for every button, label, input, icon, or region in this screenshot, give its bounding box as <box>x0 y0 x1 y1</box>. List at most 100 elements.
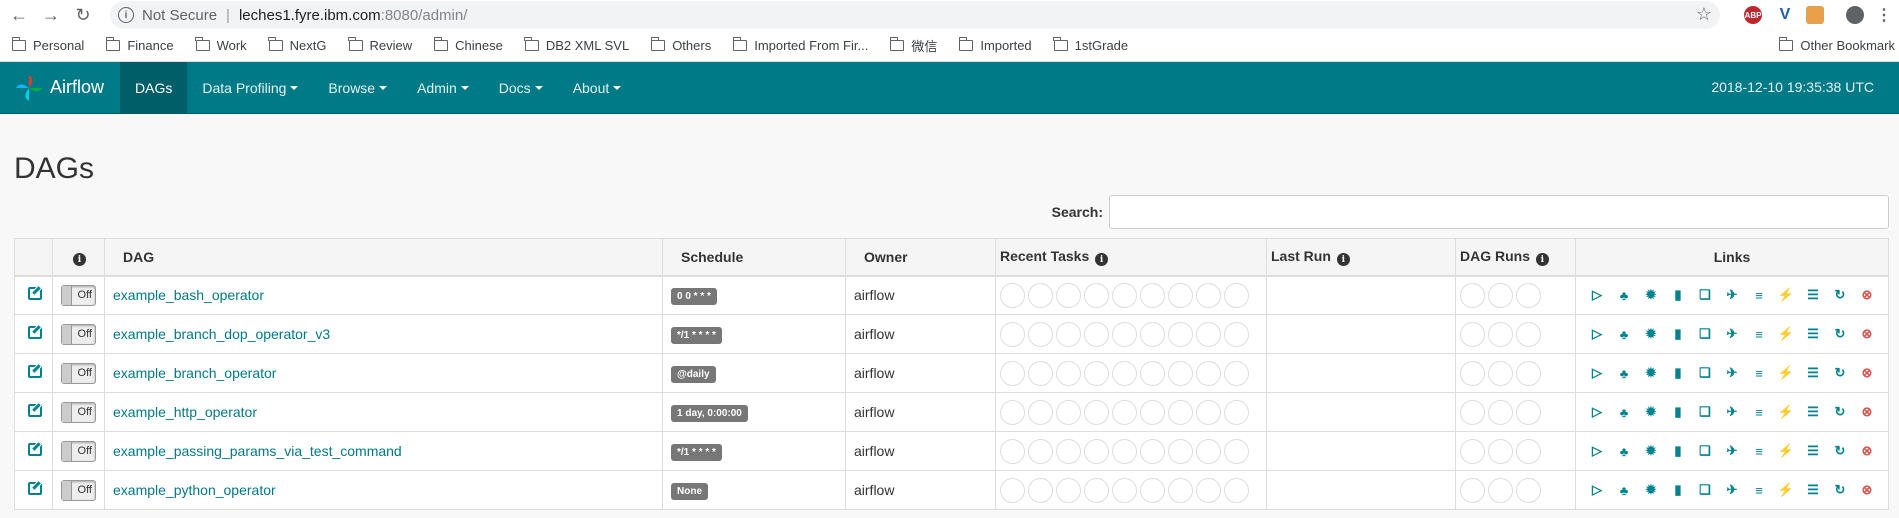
task-state-circle[interactable] <box>1140 399 1165 425</box>
run-state-circle[interactable] <box>1460 438 1485 464</box>
tree-view-icon[interactable]: ♣ <box>1616 287 1633 304</box>
task-state-circle[interactable] <box>1028 360 1053 386</box>
dag-link[interactable]: example_bash_operator <box>113 287 264 303</box>
gantt-icon[interactable]: ≡ <box>1751 482 1768 499</box>
task-state-circle[interactable] <box>1084 282 1109 308</box>
nav-data-profiling[interactable]: Data Profiling <box>187 62 313 114</box>
graph-view-icon[interactable]: ✹ <box>1643 326 1660 343</box>
task-state-circle[interactable] <box>1224 477 1249 503</box>
task-state-circle[interactable] <box>1196 399 1221 425</box>
back-icon[interactable]: ← <box>6 2 32 28</box>
bookmark-folder[interactable]: Imported From Fir... <box>732 37 868 53</box>
delete-icon[interactable]: ⊗ <box>1859 443 1876 460</box>
bookmark-folder[interactable]: Finance <box>105 37 174 53</box>
run-state-circle[interactable] <box>1516 399 1541 425</box>
task-tries-icon[interactable]: ❏ <box>1697 287 1714 304</box>
logs-icon[interactable]: ☰ <box>1805 365 1822 382</box>
task-state-circle[interactable] <box>1056 438 1081 464</box>
code-view-icon[interactable]: ⚡ <box>1778 404 1795 421</box>
task-state-circle[interactable] <box>1028 399 1053 425</box>
refresh-icon[interactable]: ↻ <box>1832 482 1849 499</box>
logs-icon[interactable]: ☰ <box>1805 404 1822 421</box>
bookmark-folder[interactable]: Chinese <box>433 37 503 53</box>
run-state-circle[interactable] <box>1488 477 1513 503</box>
task-state-circle[interactable] <box>1140 477 1165 503</box>
task-state-circle[interactable] <box>1056 321 1081 347</box>
bookmark-folder[interactable]: Personal <box>11 37 84 53</box>
task-tries-icon[interactable]: ❏ <box>1697 326 1714 343</box>
task-state-circle[interactable] <box>1084 477 1109 503</box>
reload-icon[interactable]: ↻ <box>70 2 96 28</box>
task-tries-icon[interactable]: ❏ <box>1697 365 1714 382</box>
address-bar[interactable]: i Not Secure | leches1.fyre.ibm.com :808… <box>110 1 1720 29</box>
run-state-circle[interactable] <box>1460 399 1485 425</box>
nav-dags[interactable]: DAGs <box>120 61 188 114</box>
bookmark-folder[interactable]: Others <box>650 37 711 53</box>
brand-link[interactable]: Airflow <box>0 62 120 114</box>
task-state-circle[interactable] <box>1000 477 1025 503</box>
logs-icon[interactable]: ☰ <box>1805 443 1822 460</box>
code-view-icon[interactable]: ⚡ <box>1778 482 1795 499</box>
extension-avatar-icon[interactable] <box>1806 6 1824 24</box>
task-state-circle[interactable] <box>1112 321 1137 347</box>
bookmark-folder[interactable]: 微信 <box>889 36 937 55</box>
task-state-circle[interactable] <box>1196 282 1221 308</box>
logs-icon[interactable]: ☰ <box>1805 482 1822 499</box>
task-state-circle[interactable] <box>1168 438 1193 464</box>
edit-icon[interactable] <box>28 443 42 456</box>
task-state-circle[interactable] <box>1224 282 1249 308</box>
task-state-circle[interactable] <box>1196 321 1221 347</box>
task-state-circle[interactable] <box>1224 360 1249 386</box>
dag-pause-toggle[interactable]: Off <box>61 362 96 384</box>
landing-times-icon[interactable]: ✈ <box>1724 482 1741 499</box>
gantt-icon[interactable]: ≡ <box>1751 443 1768 460</box>
dag-link[interactable]: example_branch_dop_operator_v3 <box>113 326 330 342</box>
bookmark-folder[interactable]: NextG <box>268 37 327 53</box>
task-duration-icon[interactable]: ▮ <box>1670 365 1687 382</box>
graph-view-icon[interactable]: ✹ <box>1643 287 1660 304</box>
refresh-icon[interactable]: ↻ <box>1832 287 1849 304</box>
extension-v-icon[interactable]: V <box>1776 6 1794 24</box>
run-state-circle[interactable] <box>1488 360 1513 386</box>
dag-pause-toggle[interactable]: Off <box>61 323 96 345</box>
edit-icon[interactable] <box>28 404 42 417</box>
code-view-icon[interactable]: ⚡ <box>1778 287 1795 304</box>
tree-view-icon[interactable]: ♣ <box>1616 326 1633 343</box>
task-state-circle[interactable] <box>1084 360 1109 386</box>
run-state-circle[interactable] <box>1488 399 1513 425</box>
task-state-circle[interactable] <box>1028 438 1053 464</box>
task-duration-icon[interactable]: ▮ <box>1670 326 1687 343</box>
delete-icon[interactable]: ⊗ <box>1859 404 1876 421</box>
graph-view-icon[interactable]: ✹ <box>1643 365 1660 382</box>
task-state-circle[interactable] <box>1140 321 1165 347</box>
task-state-circle[interactable] <box>1140 282 1165 308</box>
task-state-circle[interactable] <box>1140 438 1165 464</box>
task-state-circle[interactable] <box>1084 438 1109 464</box>
task-state-circle[interactable] <box>1000 360 1025 386</box>
task-state-circle[interactable] <box>1168 360 1193 386</box>
task-state-circle[interactable] <box>1000 282 1025 308</box>
run-state-circle[interactable] <box>1460 477 1485 503</box>
adblock-icon[interactable]: ABP <box>1744 6 1762 24</box>
tree-view-icon[interactable]: ♣ <box>1616 443 1633 460</box>
dag-pause-toggle[interactable]: Off <box>61 440 96 462</box>
code-view-icon[interactable]: ⚡ <box>1778 365 1795 382</box>
bookmark-folder[interactable]: Review <box>348 37 412 53</box>
task-state-circle[interactable] <box>1000 399 1025 425</box>
graph-view-icon[interactable]: ✹ <box>1643 443 1660 460</box>
run-state-circle[interactable] <box>1516 360 1541 386</box>
gantt-icon[interactable]: ≡ <box>1751 404 1768 421</box>
menu-kebab-icon[interactable]: ⋮ <box>1875 6 1893 24</box>
gantt-icon[interactable]: ≡ <box>1751 365 1768 382</box>
bookmark-star-icon[interactable]: ☆ <box>1696 4 1712 25</box>
forward-icon[interactable]: → <box>38 2 64 28</box>
nav-admin[interactable]: Admin <box>402 62 484 114</box>
task-state-circle[interactable] <box>1140 360 1165 386</box>
edit-icon[interactable] <box>28 326 42 339</box>
run-state-circle[interactable] <box>1516 438 1541 464</box>
trigger-dag-icon[interactable]: ▷ <box>1589 404 1606 421</box>
refresh-icon[interactable]: ↻ <box>1832 443 1849 460</box>
tree-view-icon[interactable]: ♣ <box>1616 404 1633 421</box>
task-state-circle[interactable] <box>1084 399 1109 425</box>
logs-icon[interactable]: ☰ <box>1805 326 1822 343</box>
